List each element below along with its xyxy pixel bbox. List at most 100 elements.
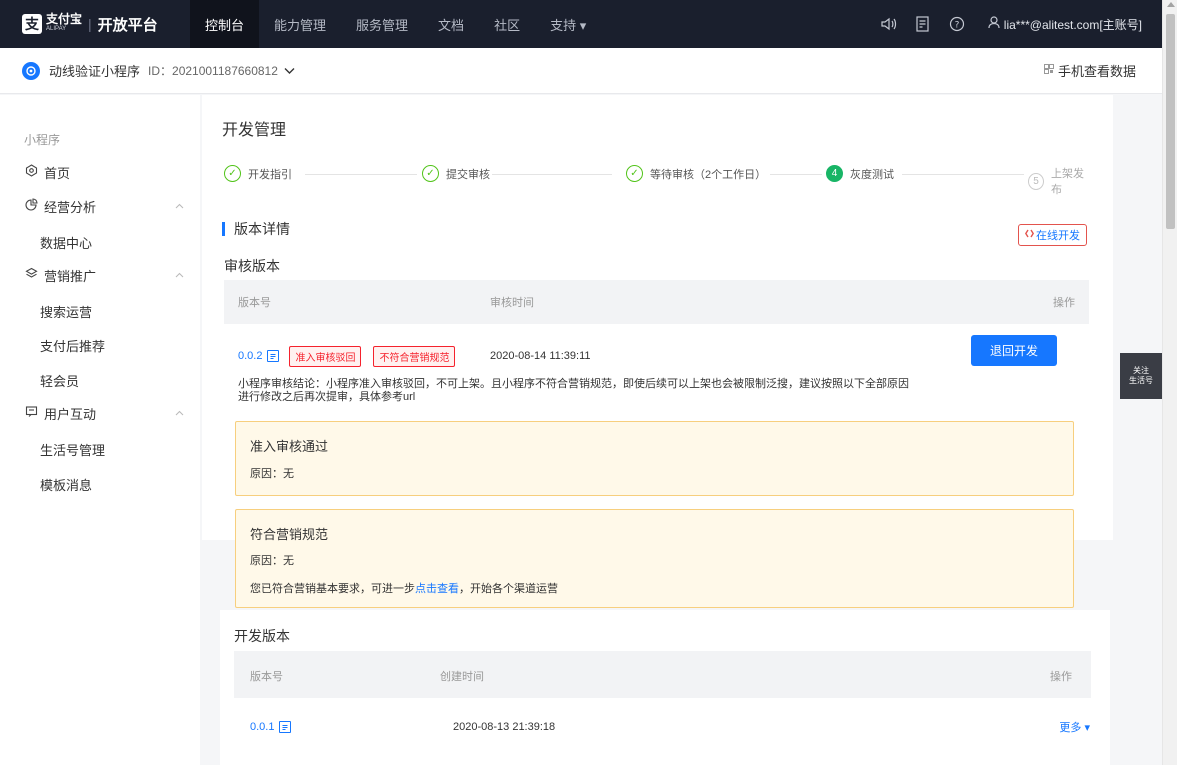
more-dropdown[interactable]: 更多 ▾ (1059, 719, 1090, 735)
section-title: 版本详情 (222, 219, 290, 239)
app-id: ID：2021001187660812 (148, 64, 278, 78)
col-version: 版本号 (238, 297, 271, 309)
sidebar-item-label: 营销推广 (44, 268, 97, 284)
layers-icon (24, 267, 38, 283)
check-icon: ✓ (626, 165, 643, 182)
step-label: 上架发布 (1050, 168, 1084, 196)
page-title: 开发管理 (222, 122, 287, 139)
sidebar-title: 小程序 (24, 133, 61, 147)
dev-table-header: 版本号 创建时间 操作 (234, 651, 1091, 698)
help-icon[interactable]: ? (940, 0, 974, 48)
logo-separator: | (88, 16, 92, 32)
online-dev-button[interactable]: 在线开发 (1018, 224, 1087, 246)
step-label: 提交审核 (446, 168, 490, 181)
app-name[interactable]: 动线验证小程序 (49, 61, 140, 80)
sidebar-item-light-member[interactable]: 轻会员 (40, 371, 79, 390)
step-publish: 5 上架发布 (1028, 165, 1092, 197)
sidebar-item-label: 经营分析 (44, 199, 97, 215)
chevron-up-icon[interactable] (175, 201, 184, 212)
nav-capability[interactable]: 能力管理 (259, 0, 341, 48)
nav-service[interactable]: 服务管理 (341, 0, 423, 48)
online-dev-label: 在线开发 (1036, 230, 1080, 242)
home-icon (24, 164, 38, 180)
dev-row: 0.0.1 2020-08-13 21:39:18 更多 ▾ (250, 719, 1090, 735)
chevron-up-icon[interactable] (175, 270, 184, 281)
nav-support[interactable]: 支持 ▾ (535, 0, 601, 48)
return-to-dev-button[interactable]: 退回开发 (971, 335, 1057, 366)
speaker-icon[interactable] (872, 0, 906, 48)
nav-community[interactable]: 社区 (479, 0, 535, 48)
doc-icon[interactable] (279, 721, 292, 733)
dev-management-panel: 开发管理 ✓ 开发指引 ✓ 提交审核 ✓ 等待审核（2个工作日） 4 灰度测试 (202, 95, 1113, 608)
sidebar-item-label: 首页 (44, 165, 71, 181)
review-time: 2020-08-14 11:39:11 (490, 350, 591, 362)
card-title: 符合营销规范 (250, 527, 329, 542)
step-label: 灰度测试 (850, 168, 894, 181)
step-label: 开发指引 (248, 168, 292, 181)
main-content: 开发管理 ✓ 开发指引 ✓ 提交审核 ✓ 等待审核（2个工作日） 4 灰度测试 (200, 95, 1162, 765)
pie-chart-icon (24, 198, 38, 214)
step-number: 5 (1028, 172, 1044, 190)
card-reason: 原因：无 (250, 555, 294, 567)
scroll-up-icon[interactable] (1167, 2, 1175, 7)
step-number: 4 (826, 165, 843, 182)
sidebar-item-data-center[interactable]: 数据中心 (40, 233, 92, 252)
doc-icon[interactable] (267, 350, 280, 362)
col-operation: 操作 (1050, 671, 1072, 683)
view-details-link[interactable]: 点击查看 (415, 583, 459, 595)
step-label: 等待审核（2个工作日） (650, 168, 767, 181)
version-link[interactable]: 0.0.1 (250, 721, 274, 733)
mobile-data-label: 手机查看数据 (1057, 64, 1136, 79)
card-note: 您已符合营销基本要求，可进一步点击查看，开始各个渠道运营 (250, 583, 558, 595)
page-scrollbar[interactable] (1162, 0, 1177, 765)
platform-title: 开放平台 (97, 16, 158, 34)
step-gray-test: 4 灰度测试 (826, 165, 894, 182)
chevron-up-icon[interactable] (175, 408, 184, 419)
review-table-header: 版本号 审核时间 操作 (224, 280, 1089, 324)
review-version-title: 审核版本 (224, 258, 280, 274)
status-badge: 不符合营销规范 (373, 345, 456, 367)
check-icon: ✓ (224, 165, 241, 182)
main-nav: 控制台 能力管理 服务管理 文档 社区 支持 ▾ (190, 0, 601, 48)
sidebar-item-home[interactable]: 首页 (24, 162, 184, 182)
card-reason: 原因：无 (250, 468, 294, 480)
review-row: 0.0.2 准入审核驳回 不符合营销规范 2020-08-14 11:39:11 (238, 345, 1088, 367)
top-nav: 支 支付宝 ALIPAY | 开放平台 控制台 能力管理 服务管理 文档 社区 … (0, 0, 1162, 48)
sidebar-item-analytics[interactable]: 经营分析 (24, 196, 184, 216)
sidebar-item-label: 用户互动 (44, 406, 97, 422)
admission-card: 准入审核通过 原因：无 (235, 421, 1074, 496)
sidebar-item-search-ops[interactable]: 搜索运营 (40, 302, 92, 321)
check-icon: ✓ (422, 165, 439, 182)
document-icon[interactable] (906, 0, 940, 48)
account-menu[interactable]: lia***@alitest.com[主账号] (988, 16, 1142, 33)
qrcode-icon (1043, 64, 1054, 77)
step-submit-review: ✓ 提交审核 (422, 165, 490, 182)
logo[interactable]: 支 支付宝 ALIPAY | 开放平台 (0, 13, 190, 35)
svg-text:?: ? (954, 21, 959, 31)
sidebar-item-marketing[interactable]: 营销推广 (24, 265, 184, 285)
status-badge: 准入审核驳回 (289, 345, 362, 367)
chevron-down-icon[interactable] (284, 64, 295, 78)
nav-docs[interactable]: 文档 (423, 0, 479, 48)
marketing-card: 符合营销规范 原因：无 您已符合营销基本要求，可进一步点击查看，开始各个渠道运营 (235, 509, 1074, 608)
sidebar-item-user-interaction[interactable]: 用户互动 (24, 403, 184, 423)
sidebar: 小程序 首页 经营分析 数据中心 营销推广 搜索运营 支付后推荐 轻会员 用户互… (0, 95, 200, 765)
scroll-thumb[interactable] (1166, 14, 1175, 229)
app-header: 动线验证小程序 ID：2021001187660812 手机查看数据 (0, 48, 1162, 94)
step-dev-guide: ✓ 开发指引 (224, 165, 292, 182)
progress-steps: ✓ 开发指引 ✓ 提交审核 ✓ 等待审核（2个工作日） 4 灰度测试 5 上架发… (222, 165, 1092, 196)
code-icon (1024, 229, 1035, 241)
card-title: 准入审核通过 (250, 439, 329, 454)
sidebar-item-template-message[interactable]: 模板消息 (40, 475, 92, 494)
message-icon (24, 405, 38, 421)
mobile-data-link[interactable]: 手机查看数据 (1043, 61, 1136, 80)
follow-lifestyle-button[interactable]: 关注 生活号 (1120, 353, 1162, 399)
create-time: 2020-08-13 21:39:18 (453, 721, 556, 733)
sidebar-item-lifestyle-account[interactable]: 生活号管理 (40, 440, 105, 459)
col-version: 版本号 (250, 671, 283, 683)
version-link[interactable]: 0.0.2 (238, 350, 262, 362)
review-conclusion: 小程序审核结论：小程序准入审核驳回，不可上架。且小程序不符合营销规范，即使后续可… (238, 378, 909, 403)
nav-console[interactable]: 控制台 (190, 0, 260, 48)
sidebar-item-post-pay[interactable]: 支付后推荐 (40, 336, 105, 355)
col-review-time: 审核时间 (490, 297, 534, 309)
